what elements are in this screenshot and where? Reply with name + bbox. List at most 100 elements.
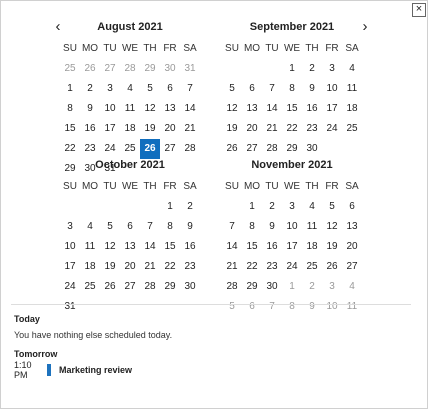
agenda-event[interactable]: 1:10 PM Marketing review	[14, 360, 132, 380]
day-cell[interactable]: 30	[160, 59, 180, 79]
day-cell[interactable]: 1	[282, 277, 302, 297]
day-cell[interactable]: 17	[60, 257, 80, 277]
selected-day[interactable]: 26	[140, 139, 160, 159]
day-cell[interactable]: 12	[100, 237, 120, 257]
day-cell[interactable]: 17	[100, 119, 120, 139]
day-cell[interactable]: 27	[100, 59, 120, 79]
day-cell[interactable]: 5	[222, 297, 242, 317]
day-cell[interactable]: 23	[262, 257, 282, 277]
day-cell[interactable]: 6	[120, 217, 140, 237]
day-cell[interactable]: 7	[222, 217, 242, 237]
day-cell[interactable]: 15	[60, 119, 80, 139]
day-cell[interactable]: 13	[342, 217, 362, 237]
day-cell[interactable]: 22	[60, 139, 80, 159]
day-cell[interactable]: 9	[302, 297, 322, 317]
day-cell[interactable]: 2	[180, 197, 200, 217]
day-cell[interactable]: 15	[242, 237, 262, 257]
day-cell[interactable]: 1	[160, 197, 180, 217]
day-cell[interactable]: 29	[242, 277, 262, 297]
day-cell[interactable]: 10	[322, 297, 342, 317]
day-cell[interactable]: 10	[60, 237, 80, 257]
day-cell[interactable]: 2	[302, 277, 322, 297]
day-cell[interactable]: 5	[322, 197, 342, 217]
day-cell[interactable]: 14	[262, 99, 282, 119]
day-cell[interactable]: 6	[160, 79, 180, 99]
close-button[interactable]: ×	[412, 3, 426, 17]
day-cell[interactable]: 28	[180, 139, 200, 159]
day-cell[interactable]: 26	[100, 277, 120, 297]
day-cell[interactable]: 19	[140, 119, 160, 139]
day-cell[interactable]: 25	[60, 59, 80, 79]
day-cell[interactable]: 20	[342, 237, 362, 257]
day-cell[interactable]: 25	[120, 139, 140, 159]
day-cell[interactable]: 15	[282, 99, 302, 119]
day-cell[interactable]: 10	[100, 99, 120, 119]
day-cell[interactable]: 3	[322, 59, 342, 79]
day-cell[interactable]: 2	[302, 59, 322, 79]
day-cell[interactable]: 22	[160, 257, 180, 277]
day-cell[interactable]: 24	[282, 257, 302, 277]
day-cell[interactable]: 16	[80, 119, 100, 139]
day-cell[interactable]: 8	[242, 217, 262, 237]
day-cell[interactable]: 26	[322, 257, 342, 277]
day-cell[interactable]: 25	[342, 119, 362, 139]
day-cell[interactable]: 13	[242, 99, 262, 119]
day-cell[interactable]: 14	[140, 237, 160, 257]
day-cell[interactable]: 4	[120, 79, 140, 99]
day-cell[interactable]: 18	[120, 119, 140, 139]
day-cell[interactable]: 11	[120, 99, 140, 119]
day-cell[interactable]: 24	[322, 119, 342, 139]
day-cell[interactable]: 16	[302, 99, 322, 119]
day-cell[interactable]: 14	[222, 237, 242, 257]
day-cell[interactable]: 28	[120, 59, 140, 79]
day-cell[interactable]: 12	[322, 217, 342, 237]
day-cell[interactable]: 1	[60, 79, 80, 99]
day-cell[interactable]: 5	[100, 217, 120, 237]
day-cell[interactable]: 7	[180, 79, 200, 99]
day-cell[interactable]: 2	[80, 79, 100, 99]
day-cell[interactable]: 9	[80, 99, 100, 119]
day-cell[interactable]: 23	[180, 257, 200, 277]
day-cell[interactable]: 4	[342, 277, 362, 297]
day-cell[interactable]: 5	[222, 79, 242, 99]
day-cell[interactable]: 19	[100, 257, 120, 277]
day-cell[interactable]: 16	[180, 237, 200, 257]
day-cell[interactable]: 21	[262, 119, 282, 139]
day-cell[interactable]: 4	[342, 59, 362, 79]
day-cell[interactable]: 6	[342, 197, 362, 217]
day-cell[interactable]: 30	[302, 139, 322, 159]
day-cell[interactable]: 16	[262, 237, 282, 257]
day-cell[interactable]: 2	[262, 197, 282, 217]
day-cell[interactable]: 19	[322, 237, 342, 257]
day-cell[interactable]: 7	[140, 217, 160, 237]
day-cell[interactable]: 11	[342, 297, 362, 317]
day-cell[interactable]: 25	[302, 257, 322, 277]
day-cell[interactable]: 31	[180, 59, 200, 79]
day-cell[interactable]: 19	[222, 119, 242, 139]
day-cell[interactable]: 27	[242, 139, 262, 159]
day-cell[interactable]: 8	[282, 297, 302, 317]
day-cell[interactable]: 6	[242, 297, 262, 317]
day-cell[interactable]: 17	[282, 237, 302, 257]
day-cell[interactable]: 15	[160, 237, 180, 257]
day-cell[interactable]: 12	[222, 99, 242, 119]
day-cell[interactable]: 27	[342, 257, 362, 277]
day-cell[interactable]: 18	[342, 99, 362, 119]
day-cell[interactable]: 26	[80, 59, 100, 79]
day-cell[interactable]: 23	[80, 139, 100, 159]
day-cell[interactable]: 22	[242, 257, 262, 277]
day-cell[interactable]: 3	[282, 197, 302, 217]
day-cell[interactable]: 30	[180, 277, 200, 297]
day-cell[interactable]: 11	[80, 237, 100, 257]
day-cell[interactable]: 8	[160, 217, 180, 237]
day-cell[interactable]: 1	[282, 59, 302, 79]
day-cell[interactable]: 14	[180, 99, 200, 119]
day-cell[interactable]: 27	[160, 139, 180, 159]
day-cell[interactable]: 20	[120, 257, 140, 277]
day-cell[interactable]: 3	[100, 79, 120, 99]
day-cell[interactable]: 10	[322, 79, 342, 99]
day-cell[interactable]: 18	[302, 237, 322, 257]
day-cell[interactable]: 13	[160, 99, 180, 119]
day-cell[interactable]: 21	[180, 119, 200, 139]
day-cell[interactable]: 10	[282, 217, 302, 237]
